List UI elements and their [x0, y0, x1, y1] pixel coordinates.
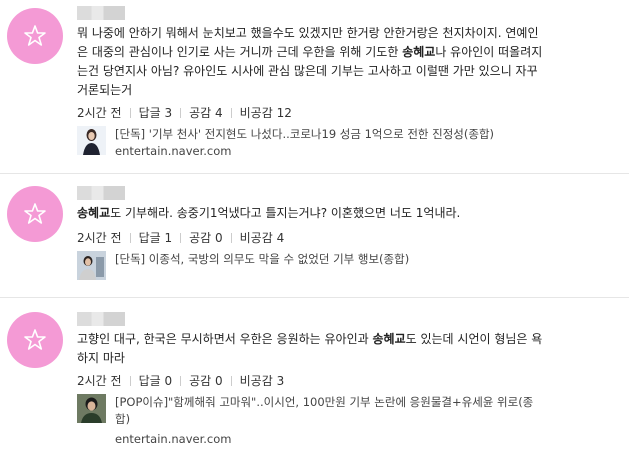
- news-domain: entertain.naver.com: [115, 432, 232, 446]
- comment-text: 고향인 대구, 한국은 무시하면서 우한은 응원하는 유아인과 송혜교도 있는데…: [77, 330, 597, 368]
- like-button[interactable]: 공감 0: [189, 231, 223, 245]
- news-thumbnail: [77, 394, 106, 423]
- comment-text-line: 는건 당연지사 아님? 유아인도 시사에 관심 많은데 기부는 고사하고 이럴땐…: [77, 62, 597, 81]
- masked-nickname: [77, 312, 125, 326]
- comment-text-line: 송혜교도 기부해라. 송중기1억냈다고 틀지는거냐? 이혼했으면 너도 1억내라…: [77, 204, 597, 223]
- reply-button[interactable]: 답글 1: [139, 231, 173, 245]
- text-segment: 뭐 나중에 안하기 뭐해서 눈치보고 했을수도 있겠지만 한거랑 안한거랑은 천…: [77, 26, 539, 40]
- star-icon: [24, 25, 46, 46]
- news-title-line-2: 합): [115, 412, 131, 426]
- text-segment: 도 기부해라. 송중기1억냈다고 틀지는거냐? 이혼했으면 너도 1억내라.: [110, 206, 461, 220]
- news-thumbnail: [77, 126, 106, 155]
- highlighted-keyword: 송혜교: [77, 206, 111, 220]
- news-thumbnail: [77, 251, 106, 280]
- comment-text-line: 고향인 대구, 한국은 무시하면서 우한은 응원하는 유아인과 송혜교도 있는데…: [77, 330, 597, 349]
- comment-meta: 2시간 전 답글 3 공감 4 비공감 12: [77, 104, 292, 121]
- timestamp: 2시간 전: [77, 231, 122, 245]
- dislike-button[interactable]: 비공감 4: [240, 231, 285, 245]
- timestamp: 2시간 전: [77, 374, 122, 388]
- comment-meta: 2시간 전 답글 0 공감 0 비공감 3: [77, 372, 284, 389]
- star-icon: [24, 329, 46, 350]
- profile-avatar[interactable]: [7, 8, 63, 64]
- text-segment: 는건 당연지사 아님? 유아인도 시사에 관심 많은데 기부는 고사하고 이럴땐…: [77, 64, 538, 78]
- dislike-button[interactable]: 비공감 12: [240, 106, 292, 120]
- text-segment: 거론되는거: [77, 83, 133, 97]
- news-title[interactable]: [단독] '기부 천사' 전지현도 나섰다..코로나19 성금 1억으로 전한 …: [115, 126, 494, 142]
- comment-meta: 2시간 전 답글 1 공감 0 비공감 4: [77, 229, 284, 246]
- star-icon: [24, 203, 46, 224]
- profile-avatar[interactable]: [7, 186, 63, 242]
- comment-text-line: 뭐 나중에 안하기 뭐해서 눈치보고 했을수도 있겠지만 한거랑 안한거랑은 천…: [77, 24, 597, 43]
- news-link-card[interactable]: [POP이슈]"함께해줘 고마워"..이시언, 100만원 기부 논란에 응원물…: [77, 394, 597, 446]
- highlighted-keyword: 송혜교: [372, 332, 406, 346]
- text-segment: 은 대중의 관심이나 인기로 사는 거니까 근데 우한을 위해 기도한: [77, 45, 403, 59]
- reply-button[interactable]: 답글 3: [139, 106, 173, 120]
- text-segment: 나 유아인이 떠올려지: [435, 45, 543, 59]
- news-link-card[interactable]: [단독] '기부 천사' 전지현도 나섰다..코로나19 성금 1억으로 전한 …: [77, 126, 597, 166]
- profile-avatar[interactable]: [7, 312, 63, 368]
- comment-text-line: 은 대중의 관심이나 인기로 사는 거니까 근데 우한을 위해 기도한 송혜교나…: [77, 43, 597, 62]
- comment-text: 송혜교도 기부해라. 송중기1억냈다고 틀지는거냐? 이혼했으면 너도 1억내라…: [77, 204, 597, 223]
- text-segment: 고향인 대구, 한국은 무시하면서 우한은 응원하는 유아인과: [77, 332, 373, 346]
- timestamp: 2시간 전: [77, 106, 122, 120]
- news-title-line-1: [POP이슈]"함께해줘 고마워"..이시언, 100만원 기부 논란에 응원물…: [115, 395, 534, 409]
- comment-text-line: 거론되는거: [77, 81, 597, 100]
- text-segment: 도 있는데 시언이 형님은 욕: [405, 332, 543, 346]
- highlighted-keyword: 송혜교: [402, 45, 436, 59]
- news-title[interactable]: [단독] 이종석, 국방의 의무도 막을 수 없었던 기부 행보(종합): [115, 251, 409, 267]
- dislike-button[interactable]: 비공감 3: [240, 374, 285, 388]
- comment-divider: [0, 297, 629, 298]
- text-segment: 하지 마라: [77, 351, 125, 365]
- like-button[interactable]: 공감 0: [189, 374, 223, 388]
- news-title[interactable]: [POP이슈]"함께해줘 고마워"..이시언, 100만원 기부 논란에 응원물…: [115, 394, 585, 428]
- comment-text-line: 하지 마라: [77, 349, 597, 368]
- news-link-card[interactable]: [단독] 이종석, 국방의 의무도 막을 수 없었던 기부 행보(종합): [77, 251, 597, 291]
- masked-nickname: [77, 6, 125, 20]
- comment-text: 뭐 나중에 안하기 뭐해서 눈치보고 했을수도 있겠지만 한거랑 안한거랑은 천…: [77, 24, 597, 100]
- masked-nickname: [77, 186, 125, 200]
- comment-divider: [0, 173, 629, 174]
- reply-button[interactable]: 답글 0: [139, 374, 173, 388]
- news-domain: entertain.naver.com: [115, 144, 232, 158]
- like-button[interactable]: 공감 4: [189, 106, 223, 120]
